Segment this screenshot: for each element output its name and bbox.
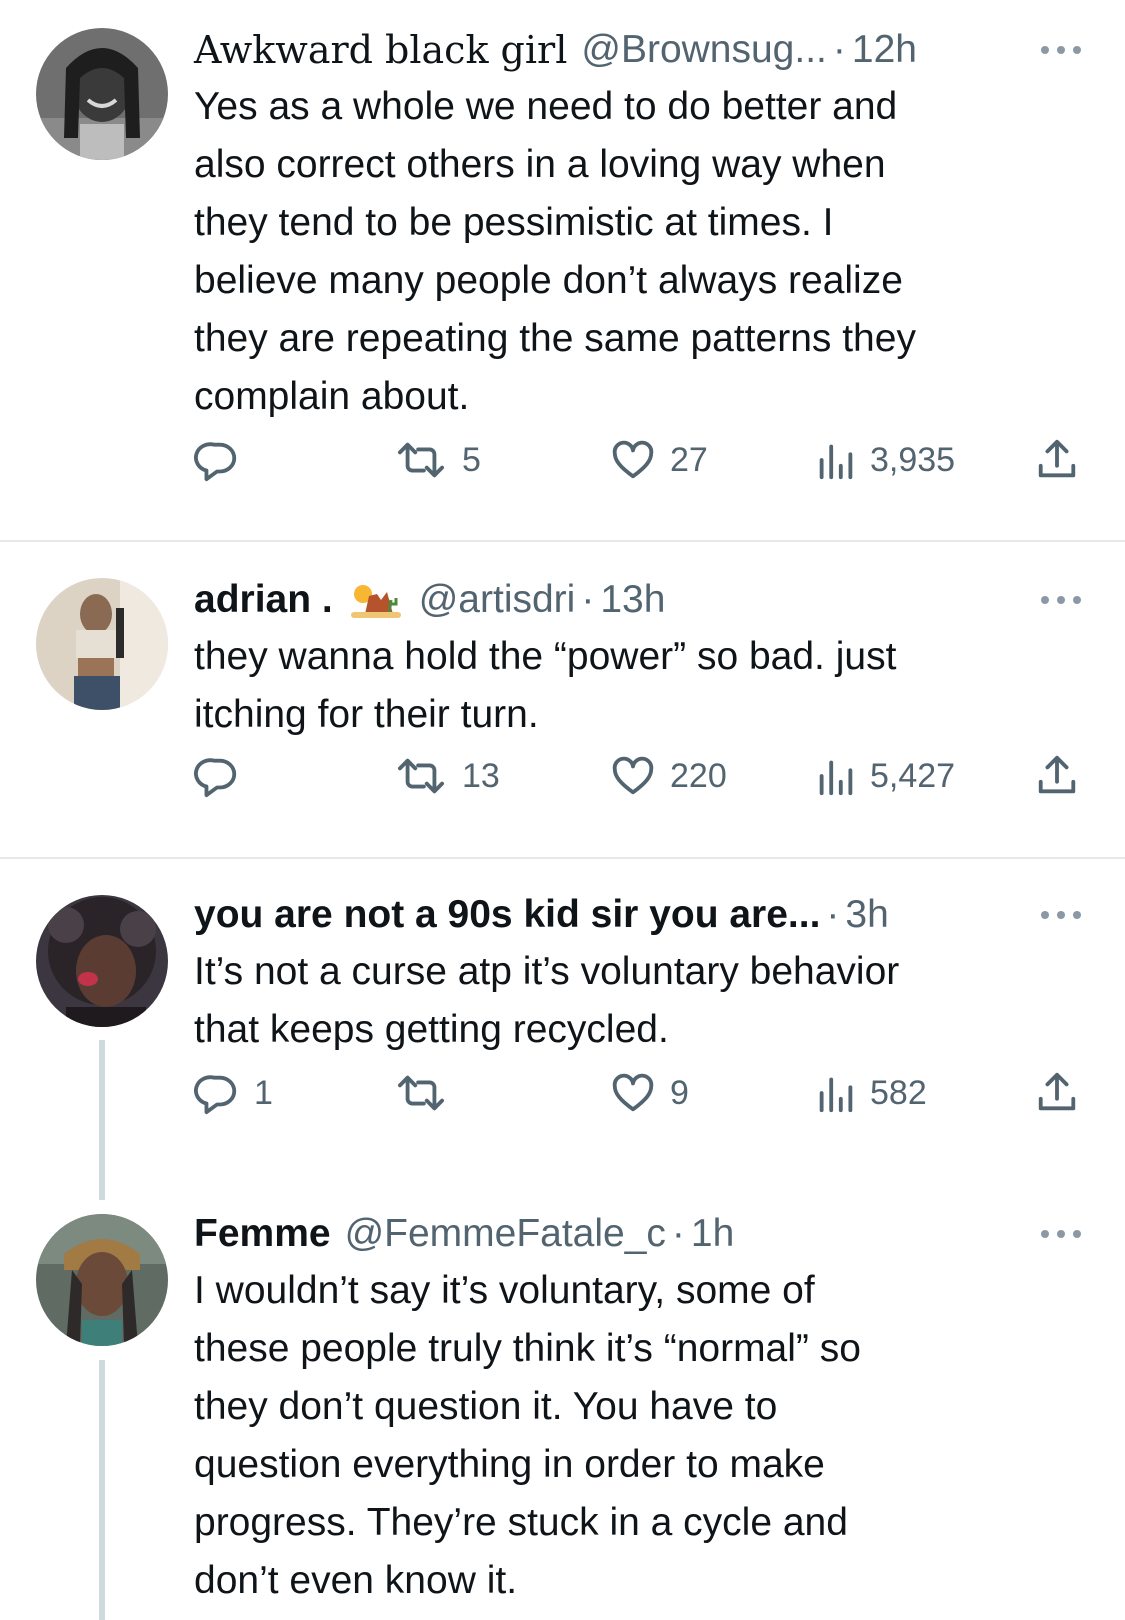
separator-dot: · (581, 578, 595, 621)
tweet-text-line: complain about. (194, 375, 470, 418)
desert-emoji-icon (350, 585, 401, 618)
display-name[interactable]: Femme (194, 1208, 331, 1260)
reply-icon (194, 437, 240, 483)
share-icon (1034, 753, 1080, 799)
reply-button[interactable] (194, 752, 254, 800)
tweet-actions: 13 220 5,427 (194, 752, 1094, 800)
retweet-button[interactable] (394, 1069, 462, 1117)
reply-icon (194, 1070, 240, 1116)
retweet-icon (394, 437, 448, 483)
tweet-text-line: they don’t question it. You have to (194, 1385, 778, 1428)
tweet[interactable]: you are not a 90s kid sir you are... · 3… (0, 859, 1125, 1189)
avatar[interactable] (36, 1214, 168, 1346)
avatar[interactable] (36, 895, 168, 1027)
like-icon (610, 1070, 656, 1116)
timestamp[interactable]: 1h (691, 1208, 734, 1260)
like-button[interactable]: 27 (610, 436, 708, 484)
share-button[interactable] (1034, 752, 1080, 800)
tweet[interactable]: Femme @FemmeFatale_c · 1h I wouldn’t say… (0, 1190, 1125, 1620)
display-name[interactable]: adrian . (194, 574, 333, 626)
tweet-header: you are not a 90s kid sir you are... · 3… (194, 889, 1085, 941)
reply-button[interactable] (194, 436, 254, 484)
tweet-text-line: they are repeating the same patterns the… (194, 317, 916, 360)
tweet[interactable]: Awkward black girl @Brownsug... · 12h Ye… (0, 0, 1125, 524)
share-button[interactable] (1034, 436, 1080, 484)
tweet-text: Yes as a whole we need to do better and … (194, 78, 1085, 426)
reply-button[interactable]: 1 (194, 1069, 273, 1117)
views-count: 5,427 (870, 756, 956, 795)
retweet-icon (394, 1070, 448, 1116)
tweet-text-line: also correct others in a loving way when (194, 143, 886, 186)
like-count: 9 (670, 1073, 689, 1112)
share-icon (1034, 437, 1080, 483)
tweet-actions: 1 9 582 (194, 1069, 1094, 1117)
views-count: 582 (870, 1073, 927, 1112)
reply-count: 1 (254, 1073, 273, 1112)
reply-icon (194, 753, 240, 799)
timestamp[interactable]: 3h (845, 889, 888, 941)
more-icon[interactable] (1037, 1226, 1085, 1242)
avatar[interactable] (36, 578, 168, 710)
more-icon[interactable] (1037, 592, 1085, 608)
tweet-actions: 5 27 3,935 (194, 436, 1094, 484)
share-icon (1034, 1070, 1080, 1116)
tweet-header: Femme @FemmeFatale_c · 1h (194, 1208, 1085, 1260)
views-button[interactable]: 582 (816, 1069, 927, 1117)
tweet-text: I wouldn’t say it’s voluntary, some of t… (194, 1262, 1085, 1610)
user-handle[interactable]: @Brownsug... (581, 24, 827, 76)
more-icon[interactable] (1037, 42, 1085, 58)
tweet-text: It’s not a curse atp it’s voluntary beha… (194, 943, 1085, 1059)
tweet[interactable]: adrian . @artisdri · 13h they wanna hold… (0, 542, 1125, 856)
avatar[interactable] (36, 28, 168, 160)
tweet-text-line: that keeps getting recycled. (194, 1008, 669, 1051)
like-count: 27 (670, 440, 708, 479)
tweet-text-line: don’t even know it. (194, 1559, 518, 1602)
views-icon (816, 1070, 856, 1116)
tweet-text-line: It’s not a curse atp it’s voluntary beha… (194, 950, 900, 993)
share-button[interactable] (1034, 1069, 1080, 1117)
tweet-text-line: Yes as a whole we need to do better and (194, 85, 898, 128)
tweet-text-line: these people truly think it’s “normal” s… (194, 1327, 861, 1370)
timestamp[interactable]: 12h (852, 24, 917, 76)
tweet-header: Awkward black girl @Brownsug... · 12h (194, 24, 1085, 76)
separator-dot: · (671, 1212, 685, 1255)
tweet-text-line: believe many people don’t always realize (194, 259, 903, 302)
tweet-text-line: they wanna hold the “power” so bad. just (194, 635, 897, 678)
views-icon (816, 753, 856, 799)
tweet-text-line: I wouldn’t say it’s voluntary, some of (194, 1269, 815, 1312)
timestamp[interactable]: 13h (600, 574, 665, 626)
tweet-text-line: they tend to be pessimistic at times. I (194, 201, 834, 244)
more-icon[interactable] (1037, 907, 1085, 923)
tweet-text-line: progress. They’re stuck in a cycle and (194, 1501, 848, 1544)
retweet-count: 5 (462, 440, 481, 479)
retweet-button[interactable]: 13 (394, 752, 500, 800)
views-button[interactable]: 3,935 (816, 436, 955, 484)
display-name[interactable]: Awkward black girl (194, 24, 567, 76)
like-icon (610, 437, 656, 483)
retweet-count: 13 (462, 756, 500, 795)
tweet-text: they wanna hold the “power” so bad. just… (194, 628, 1085, 744)
display-name[interactable]: you are not a 90s kid sir you are... (194, 889, 820, 941)
tweet-text-line: itching for their turn. (194, 693, 539, 736)
views-count: 3,935 (870, 440, 956, 479)
like-count: 220 (670, 756, 727, 795)
like-icon (610, 753, 656, 799)
retweet-button[interactable]: 5 (394, 436, 481, 484)
views-icon (816, 437, 856, 483)
retweet-icon (394, 753, 448, 799)
like-button[interactable]: 9 (610, 1069, 689, 1117)
user-handle[interactable]: @FemmeFatale_c (345, 1208, 666, 1260)
tweet-text-line: question everything in order to make (194, 1443, 825, 1486)
user-handle[interactable]: @artisdri (419, 574, 576, 626)
separator-dot: · (832, 28, 846, 71)
views-button[interactable]: 5,427 (816, 752, 955, 800)
tweet-header: adrian . @artisdri · 13h (194, 574, 1085, 626)
like-button[interactable]: 220 (610, 752, 727, 800)
separator-dot: · (826, 893, 840, 936)
